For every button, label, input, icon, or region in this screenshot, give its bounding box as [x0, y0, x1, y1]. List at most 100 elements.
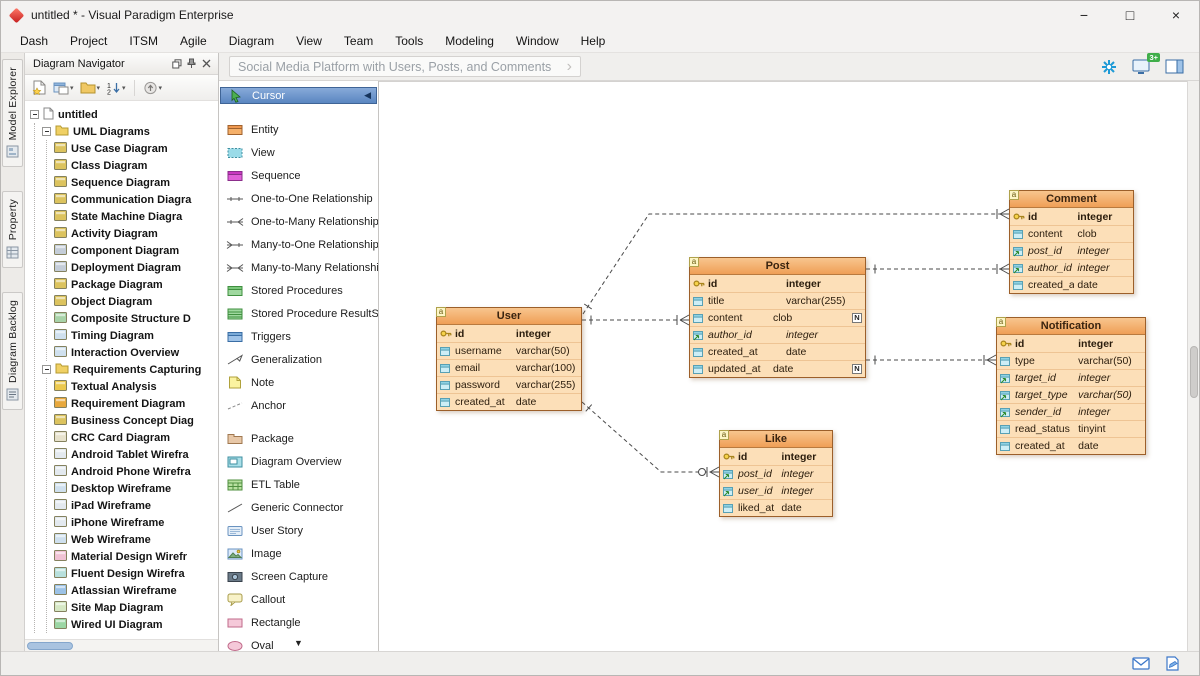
tree-item-state-machine-diagra[interactable]: State Machine Diagra — [54, 208, 218, 225]
entity-notification[interactable]: Notificationaidintegertypevarchar(50)tar… — [996, 317, 1146, 455]
palette-item-cursor[interactable]: Cursor◀ — [220, 87, 377, 104]
close-panel-button[interactable] — [199, 56, 214, 71]
tree-item-textual-analysis[interactable]: Textual Analysis — [54, 378, 218, 395]
entity-field[interactable]: created_atdate — [690, 343, 865, 360]
menu-dash[interactable]: Dash — [9, 31, 59, 51]
entity-user[interactable]: Useraidintegerusernamevarchar(50)emailva… — [436, 307, 582, 411]
entity-field[interactable]: target_typevarchar(50) — [997, 386, 1145, 403]
open-folder-button[interactable]: ▾ — [78, 77, 103, 98]
entity-field[interactable]: idinteger — [720, 448, 832, 465]
entity-field[interactable]: post_idinteger — [720, 465, 832, 482]
entity-post[interactable]: Postaidintegertitlevarchar(255)contentcl… — [689, 257, 866, 378]
entity-field[interactable]: typevarchar(50) — [997, 352, 1145, 369]
tree-expand-icon[interactable] — [42, 127, 51, 136]
tree-expand-icon[interactable] — [30, 110, 39, 119]
menu-tools[interactable]: Tools — [384, 31, 434, 51]
tree-item-use-case-diagram[interactable]: Use Case Diagram — [54, 140, 218, 157]
tree-item-ipad-wireframe[interactable]: iPad Wireframe — [54, 497, 218, 514]
palette-item-screen-capture[interactable]: Screen Capture — [219, 565, 378, 588]
tree-item-android-phone-wirefra[interactable]: Android Phone Wirefra — [54, 463, 218, 480]
palette-scroll-down-icon[interactable]: ▼ — [294, 638, 303, 648]
entity-field[interactable]: target_idinteger — [997, 369, 1145, 386]
entity-field[interactable]: author_idinteger — [1010, 259, 1133, 276]
entity-field[interactable]: idinteger — [997, 335, 1145, 352]
tree-item-class-diagram[interactable]: Class Diagram — [54, 157, 218, 174]
entity-field[interactable]: idinteger — [1010, 208, 1133, 225]
side-tab-diagram-backlog[interactable]: Diagram Backlog — [2, 292, 23, 410]
tree-item-android-tablet-wirefra[interactable]: Android Tablet Wirefra — [54, 446, 218, 463]
menu-view[interactable]: View — [285, 31, 333, 51]
entity-field[interactable]: emailvarchar(100) — [437, 359, 581, 376]
menu-modeling[interactable]: Modeling — [434, 31, 505, 51]
tree-item-business-concept-diag[interactable]: Business Concept Diag — [54, 412, 218, 429]
tree-item-fluent-design-wirefra[interactable]: Fluent Design Wirefra — [54, 565, 218, 582]
palette-item-many-to-one-relationship[interactable]: Many-to-One Relationship — [219, 233, 378, 256]
tree-item-timing-diagram[interactable]: Timing Diagram — [54, 327, 218, 344]
entity-field[interactable]: created_atdate — [997, 437, 1145, 454]
palette-item-rectangle[interactable]: Rectangle — [219, 611, 378, 634]
tree-item-wired-ui-diagram[interactable]: Wired UI Diagram — [54, 616, 218, 633]
palette-item-stored-procedure-resultset[interactable]: Stored Procedure ResultSet — [219, 302, 378, 325]
entity-field[interactable]: created_atdate — [1010, 276, 1133, 293]
new-diagram-button[interactable] — [30, 77, 49, 98]
palette-item-anchor[interactable]: Anchor — [219, 394, 378, 417]
pointer-tools-icon[interactable] — [1099, 58, 1119, 76]
relationship-user-like[interactable] — [582, 402, 719, 472]
tree-item-interaction-overview[interactable]: Interaction Overview — [54, 344, 218, 361]
side-tab-model-explorer[interactable]: Model Explorer — [2, 59, 23, 167]
tree-item-atlassian-wireframe[interactable]: Atlassian Wireframe — [54, 582, 218, 599]
tree-item-composite-structure-d[interactable]: Composite Structure D — [54, 310, 218, 327]
entity-field[interactable]: idinteger — [437, 325, 581, 342]
tree-item-crc-card-diagram[interactable]: CRC Card Diagram — [54, 429, 218, 446]
tree-item-iphone-wireframe[interactable]: iPhone Wireframe — [54, 514, 218, 531]
palette-item-image[interactable]: Image — [219, 542, 378, 565]
side-tab-property[interactable]: Property — [2, 191, 23, 267]
sort-button[interactable]: 12▾ — [104, 77, 128, 98]
palette-item-callout[interactable]: Callout — [219, 588, 378, 611]
tree-item-component-diagram[interactable]: Component Diagram — [54, 242, 218, 259]
menu-help[interactable]: Help — [570, 31, 617, 51]
palette-item-sequence[interactable]: Sequence — [219, 164, 378, 187]
palette-item-many-to-many-relationship[interactable]: Many-to-Many Relationship — [219, 256, 378, 279]
entity-field[interactable]: post_idinteger — [1010, 242, 1133, 259]
palette-item-stored-procedures[interactable]: Stored Procedures — [219, 279, 378, 302]
tree-item-site-map-diagram[interactable]: Site Map Diagram — [54, 599, 218, 616]
menu-diagram[interactable]: Diagram — [218, 31, 285, 51]
entity-field[interactable]: sender_idinteger — [997, 403, 1145, 420]
palette-collapse-icon[interactable]: ◀ — [364, 90, 371, 101]
mail-icon[interactable] — [1132, 657, 1150, 671]
entity-field[interactable]: updated_atdateN — [690, 360, 865, 377]
entity-field[interactable]: titlevarchar(255) — [690, 292, 865, 309]
palette-item-package[interactable]: Package — [219, 427, 378, 450]
palette-item-generalization[interactable]: Generalization — [219, 348, 378, 371]
tree-item-web-wireframe[interactable]: Web Wireframe — [54, 531, 218, 548]
palette-item-view[interactable]: View — [219, 141, 378, 164]
entity-field[interactable]: author_idinteger — [690, 326, 865, 343]
publish-button[interactable]: ▾ — [141, 77, 165, 98]
entity-field[interactable]: user_idinteger — [720, 482, 832, 499]
palette-item-one-to-many-relationship[interactable]: One-to-Many Relationship — [219, 210, 378, 233]
canvas-vscroll-thumb[interactable] — [1190, 346, 1198, 398]
panel-toggle-icon[interactable] — [1165, 58, 1185, 75]
tree-item-deployment-diagram[interactable]: Deployment Diagram — [54, 259, 218, 276]
tree-item-communication-diagra[interactable]: Communication Diagra — [54, 191, 218, 208]
tree-root-untitled[interactable]: untitled — [30, 106, 218, 123]
close-button[interactable]: × — [1153, 1, 1199, 29]
palette-item-user-story[interactable]: User Story — [219, 519, 378, 542]
tree-item-material-design-wirefr[interactable]: Material Design Wirefr — [54, 548, 218, 565]
tree-item-sequence-diagram[interactable]: Sequence Diagram — [54, 174, 218, 191]
palette-item-generic-connector[interactable]: Generic Connector — [219, 496, 378, 519]
palette-item-entity[interactable]: Entity — [219, 118, 378, 141]
tree-expand-icon[interactable] — [42, 365, 51, 374]
entity-field[interactable]: created_atdate — [437, 393, 581, 410]
menu-itsm[interactable]: ITSM — [118, 31, 169, 51]
entity-field[interactable]: contentclob — [1010, 225, 1133, 242]
tree-item-package-diagram[interactable]: Package Diagram — [54, 276, 218, 293]
minimize-button[interactable]: − — [1061, 1, 1107, 29]
palette-item-diagram-overview[interactable]: Diagram Overview — [219, 450, 378, 473]
tree-item-object-diagram[interactable]: Object Diagram — [54, 293, 218, 310]
tree-item-activity-diagram[interactable]: Activity Diagram — [54, 225, 218, 242]
tree-item-desktop-wireframe[interactable]: Desktop Wireframe — [54, 480, 218, 497]
menu-window[interactable]: Window — [505, 31, 570, 51]
entity-field[interactable]: contentclobN — [690, 309, 865, 326]
